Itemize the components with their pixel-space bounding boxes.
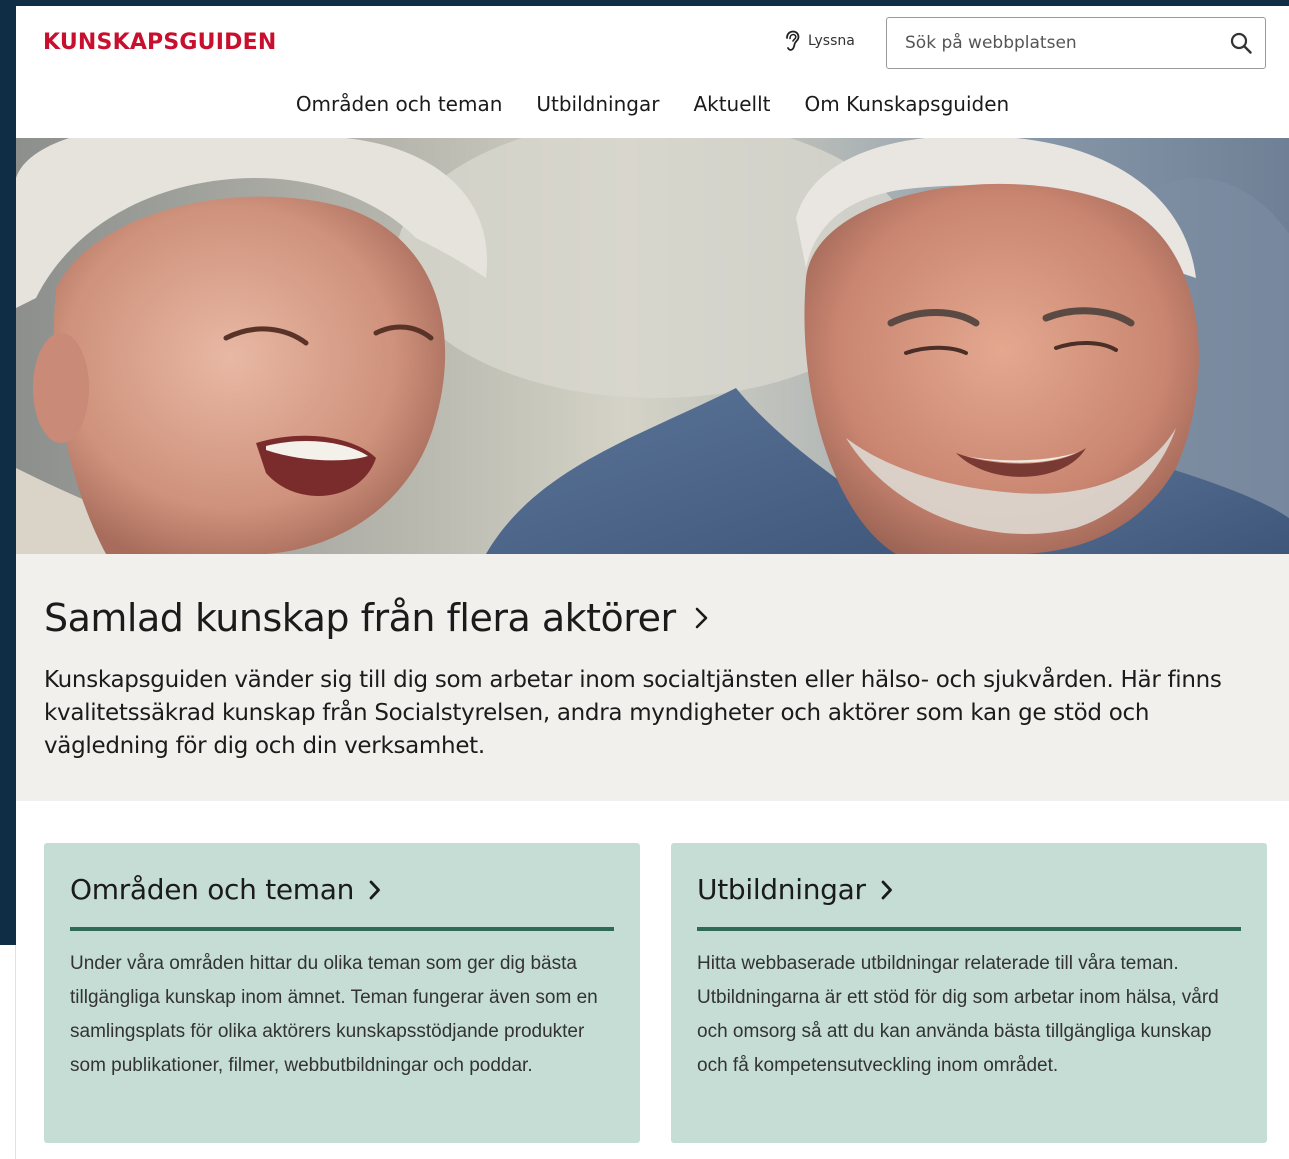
intro-title-link[interactable]: Samlad kunskap från flera aktörer <box>44 596 710 640</box>
card-title: Utbildningar <box>697 873 866 906</box>
search-box <box>886 17 1266 69</box>
search-input[interactable] <box>905 28 1215 58</box>
main-navigation: Områden och teman Utbildningar Aktuellt … <box>16 92 1289 116</box>
site-logo[interactable]: KUNSKAPSGUIDEN <box>43 30 276 55</box>
card-title-link[interactable]: Utbildningar <box>697 873 894 906</box>
card-divider <box>697 927 1241 931</box>
card-title-link[interactable]: Områden och teman <box>70 873 382 906</box>
intro-title: Samlad kunskap från flera aktörer <box>44 596 676 640</box>
window-left-gutter <box>0 945 16 1159</box>
window-left-border <box>0 0 16 945</box>
card-description: Under våra områden hittar du olika teman… <box>70 953 598 1076</box>
nav-item-om-kunskapsguiden[interactable]: Om Kunskapsguiden <box>805 92 1010 116</box>
nav-item-aktuellt[interactable]: Aktuellt <box>693 92 770 116</box>
chevron-right-icon <box>695 607 707 629</box>
hero-photo-illustration <box>16 138 1289 554</box>
listen-label: Lyssna <box>808 33 855 49</box>
ear-icon <box>786 30 800 51</box>
chevron-right-icon <box>881 880 892 899</box>
card-title: Områden och teman <box>70 873 355 906</box>
card-divider <box>70 927 614 931</box>
intro-section: Samlad kunskap från flera aktörer Kunska… <box>16 554 1289 801</box>
card-description: Hitta webbaserade utbildningar relaterad… <box>697 953 1219 1076</box>
nav-item-omraden-och-teman[interactable]: Områden och teman <box>296 92 503 116</box>
search-icon[interactable] <box>1229 31 1253 55</box>
listen-button[interactable]: Lyssna <box>784 30 855 52</box>
nav-item-utbildningar[interactable]: Utbildningar <box>536 92 659 116</box>
hero-image <box>16 138 1289 554</box>
intro-text: Kunskapsguiden vänder sig till dig som a… <box>44 667 1222 759</box>
card-omraden-och-teman[interactable]: Områden och teman Under våra områden hit… <box>44 843 640 1143</box>
page: KUNSKAPSGUIDEN Lyssna Områden och teman … <box>16 6 1289 1159</box>
card-utbildningar[interactable]: Utbildningar Hitta webbaserade utbildnin… <box>671 843 1267 1143</box>
chevron-right-icon <box>369 880 380 899</box>
